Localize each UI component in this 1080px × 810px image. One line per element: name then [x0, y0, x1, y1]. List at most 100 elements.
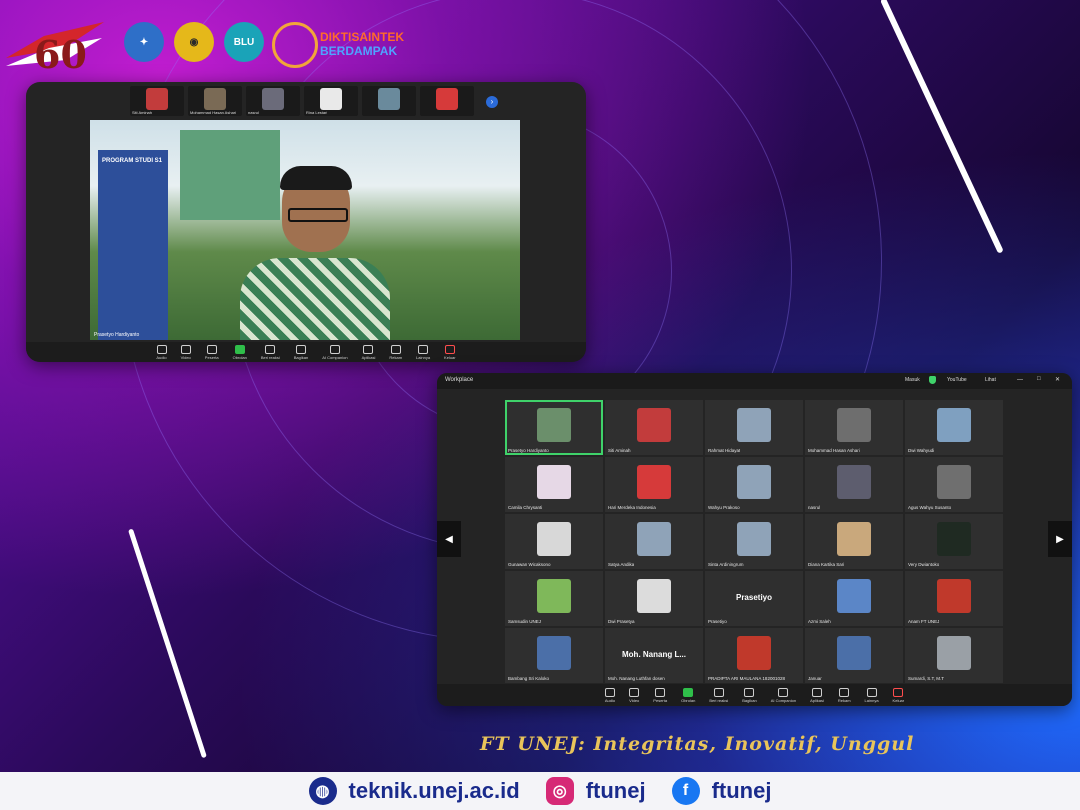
- strip-next-button[interactable]: ›: [486, 96, 498, 108]
- toolbar-button[interactable]: Keluar: [892, 687, 905, 703]
- prev-page-button[interactable]: ◀: [437, 521, 461, 557]
- participant-tile[interactable]: Azmi Saleh: [805, 571, 903, 626]
- thumbnail-name: nasrul: [248, 110, 259, 115]
- toolbar-icon: [363, 344, 374, 354]
- participant-tile[interactable]: Dwi Wahyudi: [905, 400, 1003, 455]
- participant-thumbnail[interactable]: Mohammad Hasan Ashari: [188, 86, 242, 116]
- participant-video: [637, 465, 671, 499]
- participant-tile[interactable]: Bambang Sri Kaloko: [505, 628, 603, 683]
- avatar: [204, 88, 226, 110]
- svg-text:60: 60: [34, 32, 87, 77]
- toolbar-button[interactable]: Beri reaksi: [709, 687, 728, 703]
- close-icon[interactable]: ✕: [1055, 376, 1060, 383]
- participant-thumbnail[interactable]: Rina Lestari: [304, 86, 358, 116]
- website-link[interactable]: teknik.unej.ac.id: [349, 778, 520, 804]
- participant-tile[interactable]: Prasetyo Hardiyanto: [505, 400, 603, 455]
- participant-tile[interactable]: Januar: [805, 628, 903, 683]
- participant-name: Moh. Nanang Luthfan dosen: [608, 676, 665, 681]
- participant-tile[interactable]: Samsudin UNEJ: [505, 571, 603, 626]
- participant-tile[interactable]: Wahyu Prakoso: [705, 457, 803, 512]
- toolbar-button[interactable]: Rekam: [838, 687, 851, 703]
- toolbar-label: Keluar: [444, 354, 456, 360]
- view-menu[interactable]: Lihat: [985, 377, 996, 383]
- instagram-icon: ◎: [545, 777, 574, 805]
- toolbar-icon: [295, 344, 306, 354]
- toolbar-label: Lainnya: [864, 697, 879, 703]
- facebook-handle[interactable]: ftunej: [712, 778, 772, 804]
- toolbar-button[interactable]: Aplikasi: [810, 687, 824, 703]
- toolbar-icon: [206, 344, 217, 354]
- toolbar-label: Peserta: [653, 697, 668, 703]
- participant-tile[interactable]: Rahmat Hidayat: [705, 400, 803, 455]
- participant-name: Wahyu Prakoso: [708, 505, 740, 510]
- speaker-view-window: Siti Aminah Mohammad Hasan Ashari nasrul Ri…: [26, 82, 586, 362]
- participant-tile[interactable]: nasrul: [805, 457, 903, 512]
- participant-tile[interactable]: Sumardi, S.T, M.T: [905, 628, 1003, 683]
- toolbar-button[interactable]: AI Companion: [322, 344, 348, 360]
- toolbar-button[interactable]: Video: [181, 344, 191, 360]
- next-page-button[interactable]: ▶: [1048, 521, 1072, 557]
- toolbar-button[interactable]: Aplikasi: [361, 344, 376, 360]
- participant-tile[interactable]: Mohammad Hasan Ashari: [805, 400, 903, 455]
- toolbar-button[interactable]: Audio: [605, 687, 615, 703]
- toolbar-button[interactable]: Video: [629, 687, 639, 703]
- toolbar-button[interactable]: Peserta: [653, 687, 668, 703]
- participant-video: [537, 636, 571, 670]
- participant-tile[interactable]: Hari Merdeka Indonesia: [605, 457, 703, 512]
- toolbar-icon: [265, 344, 276, 354]
- toolbar-button[interactable]: Audio: [156, 344, 167, 360]
- toolbar-label: Keluar: [892, 697, 905, 703]
- participant-thumbnail[interactable]: nasrul: [246, 86, 300, 116]
- signin-link[interactable]: Masuk: [905, 377, 920, 383]
- participant-tile[interactable]: Dwi Prasetya: [605, 571, 703, 626]
- toolbar-button[interactable]: Keluar: [444, 344, 456, 360]
- participant-name: Prasetyo Hardiyanto: [508, 448, 549, 453]
- participant-thumbnail[interactable]: Siti Aminah: [130, 86, 184, 116]
- participant-video: [737, 522, 771, 556]
- toolbar-button[interactable]: Beri reaksi: [261, 344, 280, 360]
- participant-tile[interactable]: Anam FT UNEJ: [905, 571, 1003, 626]
- participant-tile[interactable]: Diana Kartika Sari: [805, 514, 903, 569]
- toolbar-button[interactable]: Obrolan: [233, 344, 247, 360]
- participant-name: Sumardi, S.T, M.T: [908, 676, 945, 681]
- participant-tile[interactable]: Moh. Nanang L... Moh. Nanang Luthfan dose…: [605, 628, 703, 683]
- toolbar-icon: [390, 344, 401, 354]
- youtube-link[interactable]: YouTube: [947, 377, 967, 383]
- participant-name: Hari Merdeka Indonesia: [608, 505, 656, 510]
- participant-name: PRADIPTA ARI MAULANA 182001028: [708, 676, 785, 681]
- participant-tile[interactable]: Sinta Ardiningrum: [705, 514, 803, 569]
- participant-tile[interactable]: Prasetiyo Prasetiyo: [705, 571, 803, 626]
- toolbar-button[interactable]: AI Companion: [771, 687, 796, 703]
- maximize-icon[interactable]: □: [1037, 376, 1041, 382]
- toolbar-label: Aplikasi: [361, 354, 376, 360]
- toolbar-button[interactable]: Obrolan: [681, 687, 696, 703]
- participant-tile[interactable]: Satya Andika: [605, 514, 703, 569]
- minimize-icon[interactable]: —: [1017, 377, 1023, 383]
- participant-tile[interactable]: PRADIPTA ARI MAULANA 182001028: [705, 628, 803, 683]
- participant-video: [937, 579, 971, 613]
- toolbar-button[interactable]: Lainnya: [864, 687, 879, 703]
- participant-video: [637, 579, 671, 613]
- participant-tile[interactable]: Gunawan Wicaksono: [505, 514, 603, 569]
- toolbar-button[interactable]: Lainnya: [416, 344, 430, 360]
- participant-tile[interactable]: Agus Wahyu Susanto: [905, 457, 1003, 512]
- participant-tile[interactable]: Siti Aminah: [605, 400, 703, 455]
- participant-grid: Prasetyo Hardiyanto Siti Aminah Rahmat Hid…: [505, 400, 1003, 683]
- toolbar-button[interactable]: Bagikan: [742, 687, 757, 703]
- participant-name: nasrul: [808, 505, 821, 510]
- toolbar-label: Obrolan: [681, 697, 696, 703]
- participant-thumbnail[interactable]: [420, 86, 474, 116]
- participant-tile[interactable]: Very Dwiantoko: [905, 514, 1003, 569]
- participant-thumbnail[interactable]: [362, 86, 416, 116]
- participant-tile[interactable]: Camila Chrysanti: [505, 457, 603, 512]
- participant-name: Dwi Wahyudi: [908, 448, 935, 453]
- shield-icon: [929, 376, 936, 384]
- toolbar-button[interactable]: Bagikan: [294, 344, 308, 360]
- instagram-handle[interactable]: ftunej: [586, 778, 646, 804]
- participant-name: Azmi Saleh: [808, 619, 831, 624]
- toolbar-icon: [329, 344, 340, 354]
- toolbar-button[interactable]: Peserta: [205, 344, 219, 360]
- participant-video: [537, 465, 571, 499]
- toolbar-label: Audio: [156, 354, 167, 360]
- toolbar-button[interactable]: Rekam: [389, 344, 402, 360]
